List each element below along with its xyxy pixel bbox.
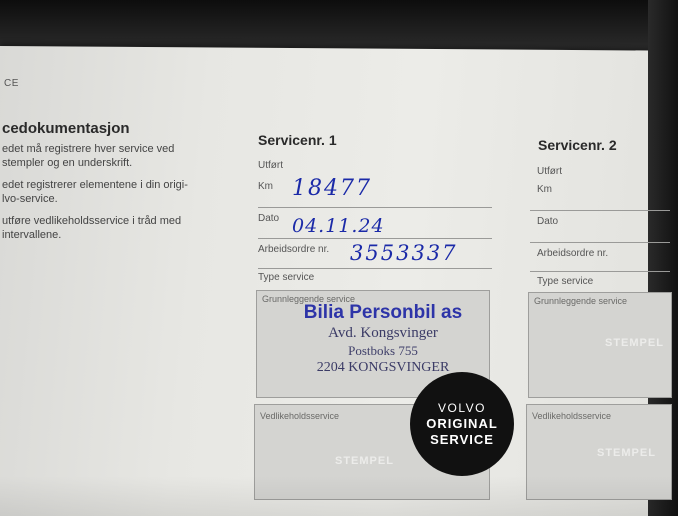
left-text-line: intervallene.: [2, 229, 62, 241]
service2-km-label: Km: [537, 184, 552, 195]
divider: [530, 271, 670, 272]
page-shadow: [0, 476, 678, 516]
left-text-line: lvo-service.: [2, 193, 58, 205]
divider: [530, 242, 670, 243]
service2-stempel-placeholder: STEMPEL: [605, 337, 664, 349]
left-heading: cedokumentasjon: [2, 120, 130, 137]
service1-arbeid-value: 3553337: [350, 241, 458, 265]
service2-maintenance-label: Vedlikeholdsservice: [532, 411, 612, 421]
section-header: CE: [4, 78, 19, 89]
service1-km-label: Km: [258, 181, 273, 192]
service2-utfort-label: Utført: [537, 166, 562, 177]
left-text-line: utføre vedlikeholdsservice i tråd med: [2, 215, 182, 227]
left-text-line: edet registrerer elementene i din origi-: [2, 179, 188, 191]
service1-km-value: 18477: [292, 176, 372, 201]
service2-stempel-placeholder: STEMPEL: [597, 447, 656, 459]
left-text-line: edet må registrere hver service ved: [2, 143, 175, 155]
divider: [258, 238, 492, 239]
service2-arbeid-label: Arbeidsordre nr.: [537, 248, 609, 259]
service1-dato-value: 04.11.24: [292, 215, 385, 237]
badge-line: SERVICE: [430, 431, 494, 447]
volvo-original-service-badge: VOLVO ORIGINAL SERVICE: [410, 372, 514, 476]
badge-line: VOLVO: [438, 400, 486, 415]
service1-arbeid-label: Arbeidsordre nr.: [258, 244, 330, 255]
service1-stempel-placeholder: STEMPEL: [335, 455, 394, 467]
service1-maintenance-label: Vedlikeholdsservice: [260, 411, 340, 421]
stamp-line: Postboks 755: [348, 343, 418, 358]
stamp-line: Bilia Personbil as: [303, 302, 463, 323]
service2-type-label: Type service: [537, 276, 594, 287]
dealer-stamp: Bilia Personbil as Avd. Kongsvinger Post…: [270, 302, 496, 377]
service2-basic-service-label: Grunnleggende service: [534, 296, 628, 306]
service1-utfort-label: Utført: [258, 160, 283, 171]
service2-title: Servicenr. 2: [538, 137, 617, 153]
divider: [258, 268, 492, 269]
left-text-line: stempler og en underskrift.: [2, 157, 133, 169]
divider: [258, 207, 492, 208]
service1-title: Servicenr. 1: [258, 132, 337, 148]
stamp-line: Avd. Kongsvinger: [328, 325, 438, 341]
badge-line: ORIGINAL: [426, 415, 498, 431]
divider: [530, 210, 670, 211]
service2-basic-service-box: Grunnleggende service STEMPEL: [528, 292, 672, 398]
service1-type-label: Type service: [258, 272, 315, 283]
service2-dato-label: Dato: [537, 216, 559, 227]
service1-dato-label: Dato: [258, 213, 280, 224]
